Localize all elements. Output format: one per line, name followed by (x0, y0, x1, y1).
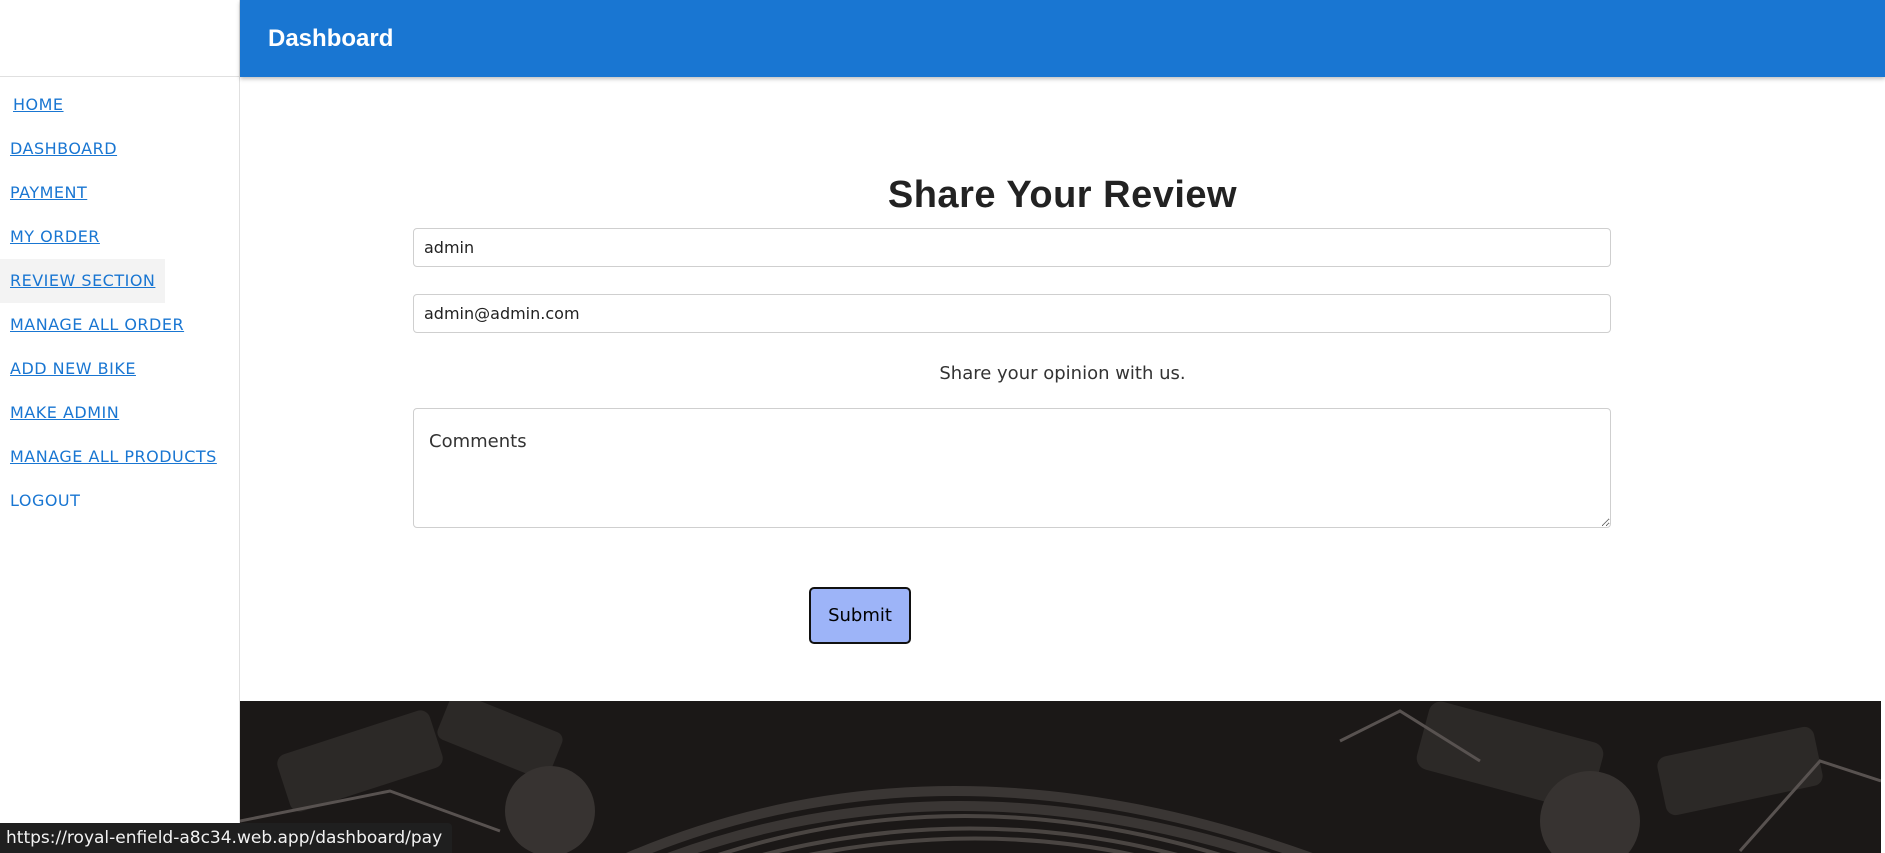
sidebar-item-home[interactable]: HOME (0, 83, 239, 127)
page-title: Dashboard (268, 24, 394, 52)
sidebar-item-review-section[interactable]: REVIEW SECTION (0, 259, 166, 303)
sidebar-item-dashboard[interactable]: DASHBOARD (0, 127, 239, 171)
email-field[interactable] (413, 294, 1611, 333)
sidebar-header (0, 0, 239, 77)
comments-textarea[interactable] (413, 408, 1611, 528)
status-bar-url: https://royal-enfield-a8c34.web.app/dash… (0, 823, 453, 853)
app-bar: Dashboard (240, 0, 1885, 77)
sidebar-item-manage-all-products[interactable]: MANAGE ALL PRODUCTS (0, 435, 239, 479)
logout-button[interactable]: LOGOUT (0, 479, 239, 523)
sidebar-nav: HOME DASHBOARD PAYMENT MY ORDER REVIEW S… (0, 77, 239, 523)
footer-banner-image (240, 701, 1881, 853)
submit-button[interactable]: Submit (809, 587, 911, 644)
form-title: Share Your Review (887, 174, 1238, 216)
sidebar-item-my-order[interactable]: MY ORDER (0, 215, 239, 259)
name-field[interactable] (413, 228, 1611, 267)
review-form-area: Share Your Review Share your opinion wit… (240, 77, 1885, 853)
sidebar-item-make-admin[interactable]: MAKE ADMIN (0, 391, 239, 435)
motorcycle-engine-image (240, 701, 1881, 853)
sidebar: HOME DASHBOARD PAYMENT MY ORDER REVIEW S… (0, 0, 240, 853)
sidebar-item-add-new-bike[interactable]: ADD NEW BIKE (0, 347, 239, 391)
sidebar-item-manage-all-order[interactable]: MANAGE ALL ORDER (0, 303, 239, 347)
sidebar-item-payment[interactable]: PAYMENT (0, 171, 239, 215)
opinion-label: Share your opinion with us. (939, 363, 1186, 384)
